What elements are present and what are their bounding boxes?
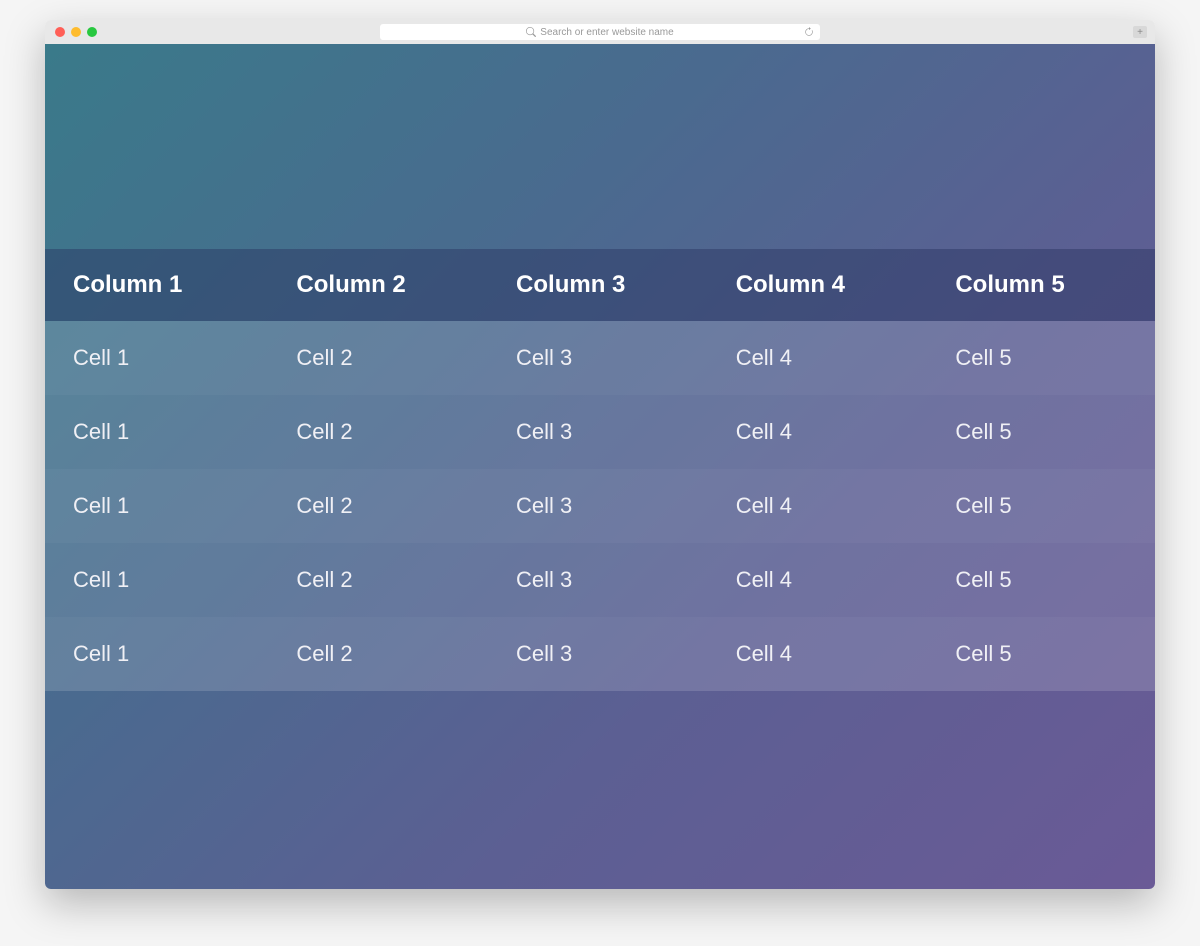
window-controls: [55, 27, 97, 37]
table-cell: Cell 5: [935, 469, 1155, 543]
column-header: Column 5: [935, 249, 1155, 321]
table-cell: Cell 2: [276, 617, 496, 691]
column-header: Column 2: [276, 249, 496, 321]
page-viewport: Column 1 Column 2 Column 3 Column 4 Colu…: [45, 44, 1155, 889]
data-table: Column 1 Column 2 Column 3 Column 4 Colu…: [45, 249, 1155, 691]
table-cell: Cell 2: [276, 395, 496, 469]
table-cell: Cell 3: [496, 321, 716, 395]
address-bar-container: Search or enter website name: [380, 24, 820, 40]
reload-icon[interactable]: [804, 27, 814, 37]
table-cell: Cell 3: [496, 617, 716, 691]
column-header: Column 1: [45, 249, 276, 321]
table-cell: Cell 1: [45, 395, 276, 469]
table-cell: Cell 4: [716, 469, 936, 543]
table-cell: Cell 3: [496, 469, 716, 543]
table-cell: Cell 2: [276, 543, 496, 617]
table-cell: Cell 1: [45, 321, 276, 395]
table-cell: Cell 3: [496, 395, 716, 469]
table-cell: Cell 5: [935, 321, 1155, 395]
maximize-window-button[interactable]: [87, 27, 97, 37]
table-row: Cell 1 Cell 2 Cell 3 Cell 4 Cell 5: [45, 617, 1155, 691]
browser-window: Search or enter website name + Column 1 …: [45, 20, 1155, 889]
search-icon: [526, 27, 536, 37]
table-row: Cell 1 Cell 2 Cell 3 Cell 4 Cell 5: [45, 469, 1155, 543]
table-cell: Cell 3: [496, 543, 716, 617]
table-cell: Cell 4: [716, 395, 936, 469]
column-header: Column 3: [496, 249, 716, 321]
plus-icon: +: [1137, 27, 1143, 38]
table-row: Cell 1 Cell 2 Cell 3 Cell 4 Cell 5: [45, 543, 1155, 617]
table-cell: Cell 5: [935, 617, 1155, 691]
column-header: Column 4: [716, 249, 936, 321]
table-cell: Cell 5: [935, 395, 1155, 469]
new-tab-button[interactable]: +: [1133, 26, 1147, 38]
address-bar[interactable]: Search or enter website name: [380, 24, 820, 40]
table-cell: Cell 5: [935, 543, 1155, 617]
table-cell: Cell 2: [276, 321, 496, 395]
table-cell: Cell 4: [716, 617, 936, 691]
table-cell: Cell 1: [45, 617, 276, 691]
minimize-window-button[interactable]: [71, 27, 81, 37]
table-cell: Cell 2: [276, 469, 496, 543]
close-window-button[interactable]: [55, 27, 65, 37]
table-cell: Cell 4: [716, 321, 936, 395]
table-header-row: Column 1 Column 2 Column 3 Column 4 Colu…: [45, 249, 1155, 321]
table-row: Cell 1 Cell 2 Cell 3 Cell 4 Cell 5: [45, 321, 1155, 395]
table-cell: Cell 1: [45, 469, 276, 543]
table-cell: Cell 1: [45, 543, 276, 617]
table-cell: Cell 4: [716, 543, 936, 617]
table-row: Cell 1 Cell 2 Cell 3 Cell 4 Cell 5: [45, 395, 1155, 469]
address-placeholder: Search or enter website name: [540, 27, 673, 38]
browser-chrome: Search or enter website name +: [45, 20, 1155, 44]
